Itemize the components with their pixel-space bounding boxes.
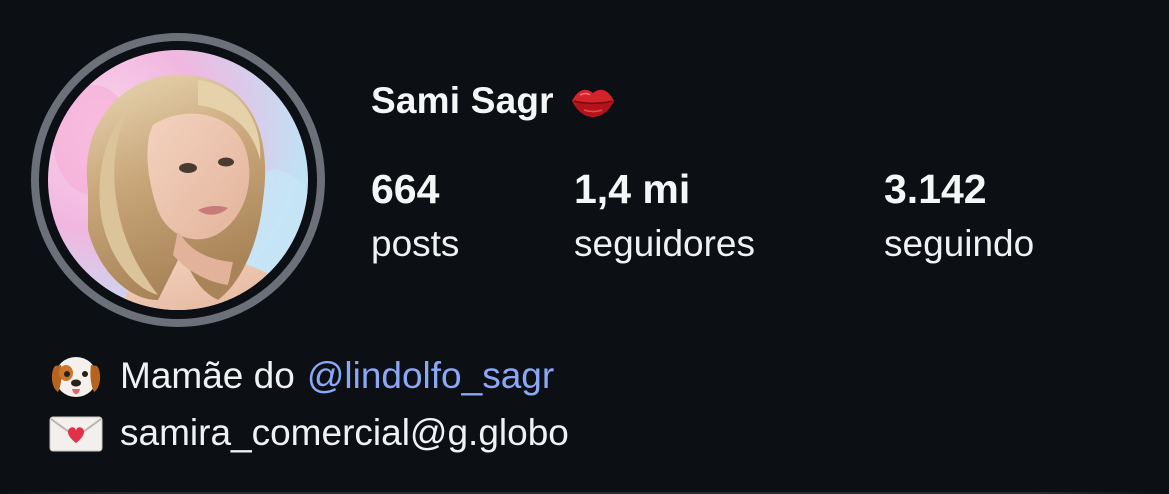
following-count: 3.142 — [884, 166, 987, 212]
followers-label: seguidores — [574, 223, 756, 264]
profile-header: Sami Sagr 664 posts 1,4 mi seguidores 3.… — [0, 0, 1169, 494]
posts-label: posts — [371, 223, 460, 264]
posts-count: 664 — [371, 166, 440, 212]
followers-count: 1,4 mi — [574, 166, 691, 212]
username: Sami Sagr — [371, 80, 554, 121]
username-row: Sami Sagr — [371, 78, 616, 124]
bio-line: Mamãe do @lindolfo_sagr — [48, 351, 569, 401]
following-stat[interactable]: 3.142 seguindo — [884, 166, 1034, 266]
following-label: seguindo — [884, 223, 1035, 264]
love-letter-icon — [48, 408, 104, 458]
profile-photo — [48, 50, 308, 310]
lips-icon — [570, 83, 616, 119]
followers-stat[interactable]: 1,4 mi seguidores — [574, 166, 755, 266]
mention-link[interactable]: @lindolfo_sagr — [307, 355, 554, 397]
bio-email[interactable]: samira_comercial@g.globo — [120, 412, 569, 454]
bio-line: samira_comercial@g.globo — [48, 408, 569, 458]
bio: Mamãe do @lindolfo_sagr samira_comercial… — [48, 351, 569, 458]
posts-stat[interactable]: 664 posts — [371, 166, 459, 266]
dog-face-icon — [48, 351, 104, 401]
bio-text: Mamãe do — [120, 355, 295, 396]
avatar[interactable] — [48, 50, 308, 310]
